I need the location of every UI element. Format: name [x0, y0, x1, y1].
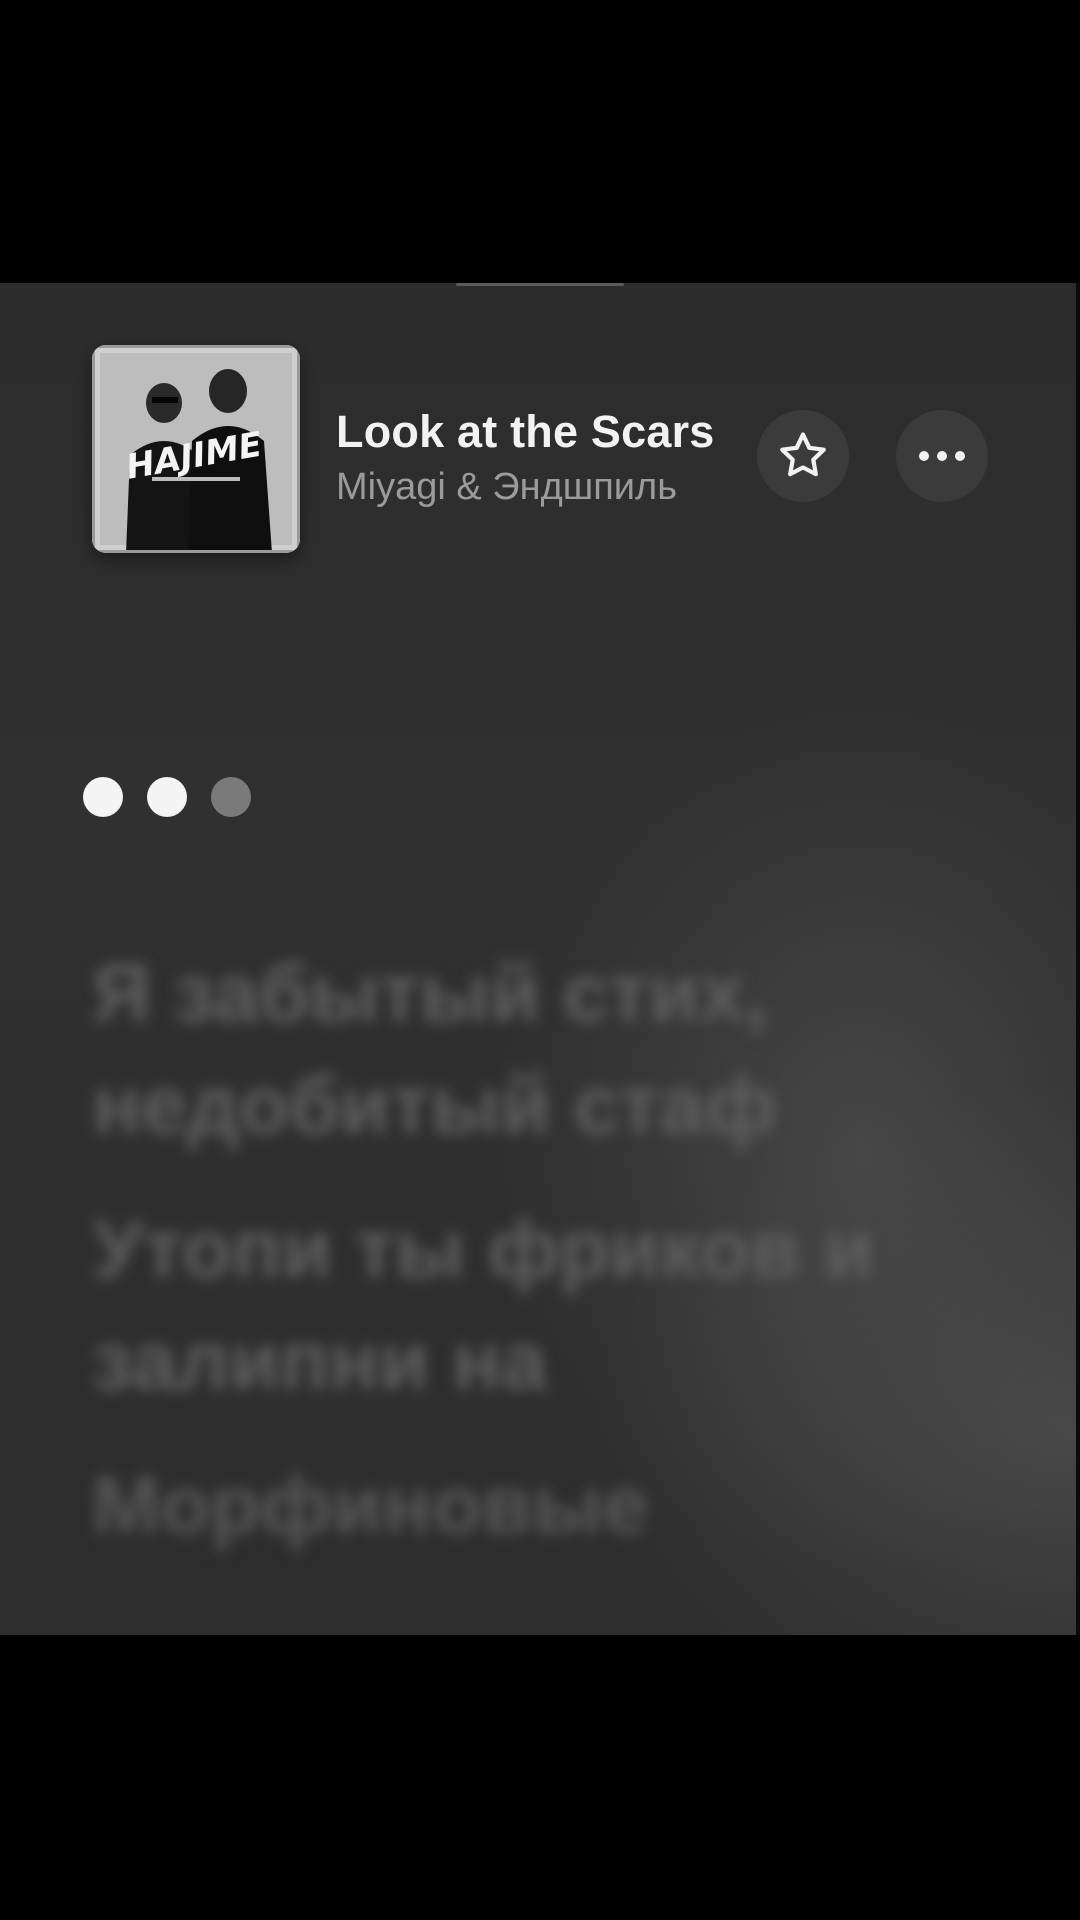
- track-title[interactable]: Look at the Scars: [336, 406, 715, 458]
- lyric-line[interactable]: Я забытый стих, недобитый стаф: [92, 938, 992, 1162]
- album-cover[interactable]: HAJIME: [92, 345, 300, 553]
- lyrics-list: Я забытый стих, недобитый стаф Утопи ты …: [92, 938, 992, 1594]
- indicator-dot: [147, 777, 187, 817]
- lyrics-screen: HAJIME Look at the Scars Miyagi & Эндшпи…: [0, 283, 1080, 1635]
- sheet-grabber[interactable]: [456, 283, 624, 286]
- favorite-button[interactable]: [757, 410, 849, 502]
- indicator-dot: [83, 777, 123, 817]
- lyric-line[interactable]: Утопи ты фриков и залипни на: [92, 1194, 992, 1418]
- lyric-line[interactable]: Морфиновые: [92, 1450, 992, 1562]
- waiting-indicator: [83, 777, 251, 817]
- track-artist[interactable]: Miyagi & Эндшпиль: [336, 466, 677, 509]
- more-options-button[interactable]: [896, 410, 988, 502]
- screen-edge: [1076, 283, 1080, 1635]
- album-art-image: HAJIME: [92, 345, 300, 553]
- indicator-dot: [211, 777, 251, 817]
- star-outline-icon: [780, 432, 826, 477]
- ellipsis-icon: [919, 451, 965, 461]
